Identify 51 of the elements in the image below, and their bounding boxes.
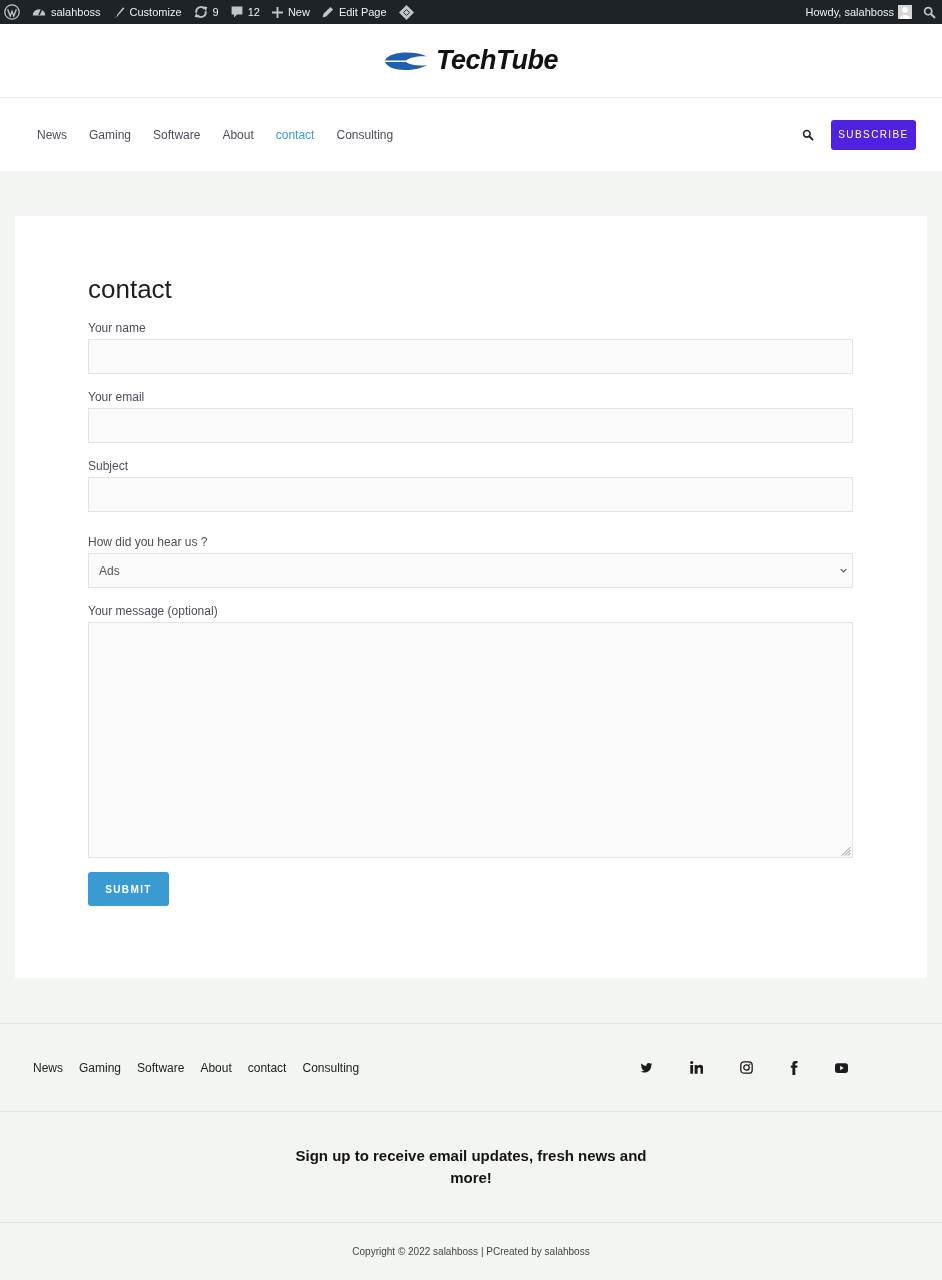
- swoosh-logo-icon: [384, 50, 428, 71]
- footer-link[interactable]: News: [33, 1058, 63, 1077]
- nav-link[interactable]: Software: [153, 125, 201, 144]
- avatar-icon: [898, 5, 912, 19]
- field-label: Subject: [88, 458, 130, 474]
- search-icon[interactable]: [802, 128, 814, 141]
- facebook-icon[interactable]: [790, 1060, 798, 1075]
- subscribe-button[interactable]: SUBSCRIBE: [831, 119, 916, 150]
- footer-link[interactable]: contact: [247, 1058, 287, 1077]
- signup-text: Sign up to receive email updates, fresh news and more!: [294, 1146, 648, 1188]
- pencil-icon: [321, 6, 334, 18]
- footer-link[interactable]: Software: [137, 1058, 185, 1077]
- resize-grip-icon[interactable]: [841, 846, 851, 856]
- linkedin-icon[interactable]: [690, 1061, 703, 1074]
- search-icon[interactable]: [923, 5, 936, 19]
- select-field[interactable]: Ads: [88, 553, 853, 588]
- copyright-text: Copyright © 2022 salahboss | PCreated by salahboss: [352, 1245, 590, 1259]
- page-title: contact: [88, 274, 173, 304]
- textarea-field[interactable]: [88, 622, 853, 858]
- nav-link[interactable]: Gaming: [89, 125, 132, 144]
- input-field[interactable]: [88, 408, 853, 443]
- brush-icon: [112, 6, 125, 18]
- field-label: How did you hear us ?: [88, 534, 209, 550]
- field-label: Your name: [88, 320, 147, 336]
- plus-icon: [271, 6, 283, 18]
- wordpress-logo-icon[interactable]: [4, 4, 20, 20]
- customize-link[interactable]: Customize: [112, 3, 182, 21]
- field-label: Your email: [88, 389, 146, 405]
- diamond-icon[interactable]: [398, 4, 414, 20]
- site-link[interactable]: salahboss: [32, 3, 101, 21]
- input-field[interactable]: [88, 339, 853, 374]
- footer-link[interactable]: Gaming: [79, 1058, 122, 1077]
- footer-link[interactable]: Consulting: [302, 1058, 360, 1077]
- footer-link[interactable]: About: [200, 1058, 232, 1077]
- comments-link[interactable]: 12: [230, 3, 260, 21]
- chevron-down-icon: [840, 568, 847, 573]
- nav-link[interactable]: News: [37, 125, 67, 144]
- twitter-icon[interactable]: [640, 1061, 653, 1074]
- instagram-icon[interactable]: [740, 1061, 753, 1074]
- edit-page-link[interactable]: Edit Page: [321, 3, 387, 21]
- youtube-icon[interactable]: [835, 1062, 848, 1073]
- site-logo[interactable]: TechTube: [384, 47, 558, 74]
- account-link[interactable]: Howdy, salahboss: [805, 3, 912, 21]
- nav-link[interactable]: Consulting: [336, 125, 394, 144]
- new-link[interactable]: New: [271, 3, 310, 21]
- nav-link[interactable]: About: [222, 125, 254, 144]
- updates-link[interactable]: 9: [193, 3, 219, 21]
- input-field[interactable]: [88, 477, 853, 512]
- refresh-icon: [193, 5, 208, 19]
- speech-bubble-icon: [230, 6, 243, 18]
- field-label: Your message (optional): [88, 603, 219, 619]
